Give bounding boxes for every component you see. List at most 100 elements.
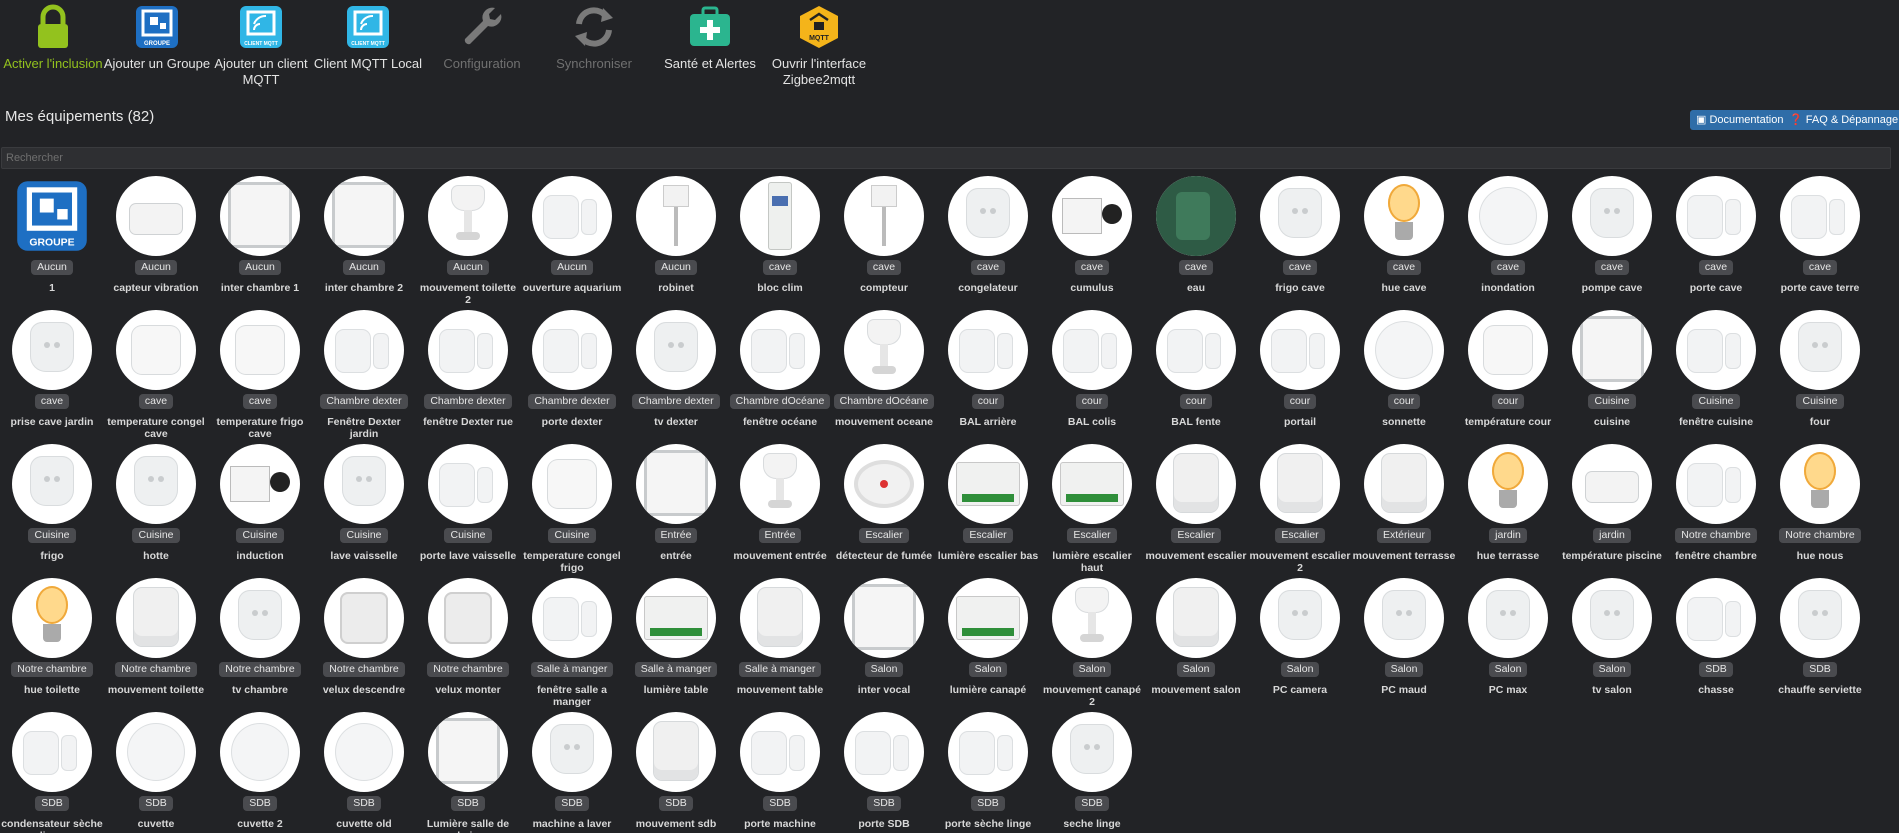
device-tile[interactable]: Chambre dOcéane mouvement oceane bbox=[832, 310, 936, 428]
device-tile[interactable]: cave porte cave terre bbox=[1768, 176, 1872, 294]
device-tile[interactable]: Salon lumière canapé bbox=[936, 578, 1040, 696]
device-tile[interactable]: Chambre dexter fenêtre Dexter rue bbox=[416, 310, 520, 428]
device-tile[interactable]: Salle à manger mouvement table bbox=[728, 578, 832, 696]
device-tile[interactable]: Salle à manger fenêtre salle a manger bbox=[520, 578, 624, 708]
device-tile[interactable]: Salon mouvement canapé 2 bbox=[1040, 578, 1144, 708]
device-tile[interactable]: jardin température piscine bbox=[1560, 444, 1664, 562]
device-tile[interactable]: cour BAL fente bbox=[1144, 310, 1248, 428]
device-name: hue cave bbox=[1381, 282, 1427, 294]
device-tile[interactable]: cave prise cave jardin bbox=[0, 310, 104, 428]
device-tile[interactable]: Cuisine lave vaisselle bbox=[312, 444, 416, 562]
round-device-icon bbox=[1364, 310, 1444, 390]
device-tile[interactable]: Notre chambre hue nous bbox=[1768, 444, 1872, 562]
device-tile[interactable]: SDB machine a laver bbox=[520, 712, 624, 830]
device-tile[interactable]: cour sonnette bbox=[1352, 310, 1456, 428]
search-input[interactable] bbox=[1, 147, 1891, 169]
device-tile[interactable]: Extérieur mouvement terrasse bbox=[1352, 444, 1456, 562]
device-tile[interactable]: Notre chambre hue toilette bbox=[0, 578, 104, 696]
device-tile[interactable]: Salle à manger lumière table bbox=[624, 578, 728, 696]
device-tile[interactable]: cour BAL arrière bbox=[936, 310, 1040, 428]
device-tile[interactable]: Notre chambre mouvement toilette bbox=[104, 578, 208, 696]
device-tile[interactable]: Salon PC max bbox=[1456, 578, 1560, 696]
device-tile[interactable]: SDB cuvette 2 bbox=[208, 712, 312, 830]
device-tile[interactable]: Notre chambre velux monter bbox=[416, 578, 520, 696]
device-tile[interactable]: cave porte cave bbox=[1664, 176, 1768, 294]
device-tile[interactable]: SDB chauffe serviette bbox=[1768, 578, 1872, 696]
device-tile[interactable]: Notre chambre tv chambre bbox=[208, 578, 312, 696]
plug-device-icon bbox=[1780, 578, 1860, 658]
device-tile[interactable]: Chambre dOcéane fenêtre océane bbox=[728, 310, 832, 428]
device-tile[interactable]: Entrée entrée bbox=[624, 444, 728, 562]
device-name: 1 bbox=[49, 282, 55, 294]
device-room-badge: cave bbox=[1490, 260, 1526, 275]
device-tile[interactable]: Chambre dexter tv dexter bbox=[624, 310, 728, 428]
device-tile[interactable]: cour température cour bbox=[1456, 310, 1560, 428]
device-tile[interactable]: SDB chasse bbox=[1664, 578, 1768, 696]
device-tile[interactable]: jardin hue terrasse bbox=[1456, 444, 1560, 562]
device-tile[interactable]: cave pompe cave bbox=[1560, 176, 1664, 294]
device-tile[interactable]: Aucun ouverture aquarium bbox=[520, 176, 624, 294]
device-tile[interactable]: cave bloc clim bbox=[728, 176, 832, 294]
device-tile[interactable]: Aucun mouvement toilette 2 bbox=[416, 176, 520, 306]
device-tile[interactable]: Chambre dexter Fenêtre Dexter jardin bbox=[312, 310, 416, 440]
device-name: mouvement salon bbox=[1151, 684, 1241, 696]
device-tile[interactable]: Escalier mouvement escalier bbox=[1144, 444, 1248, 562]
device-tile[interactable]: SDB Lumière salle de bain bbox=[416, 712, 520, 833]
device-tile[interactable]: Escalier mouvement escalier 2 bbox=[1248, 444, 1352, 574]
device-tile[interactable]: cave congelateur bbox=[936, 176, 1040, 294]
device-tile[interactable]: SDB cuvette old bbox=[312, 712, 416, 830]
device-tile[interactable]: Cuisine fenêtre cuisine bbox=[1664, 310, 1768, 428]
device-room-badge: Cuisine bbox=[236, 528, 284, 543]
device-tile[interactable]: Cuisine induction bbox=[208, 444, 312, 562]
device-tile[interactable]: cave compteur bbox=[832, 176, 936, 294]
device-room-badge: cave bbox=[1282, 260, 1318, 275]
device-tile[interactable]: Cuisine porte lave vaisselle bbox=[416, 444, 520, 562]
device-tile[interactable]: Salon mouvement salon bbox=[1144, 578, 1248, 696]
ouvrir-zigbee2mqtt-button[interactable]: MQTT Ouvrir l'interface Zigbee2mqtt bbox=[754, 4, 884, 88]
client-mqtt-local-button[interactable]: CLIENT MQTT Client MQTT Local bbox=[303, 4, 433, 72]
device-tile[interactable]: SDB porte sèche linge bbox=[936, 712, 1040, 830]
device-tile[interactable]: cave frigo cave bbox=[1248, 176, 1352, 294]
synchroniser-button[interactable]: Synchroniser bbox=[529, 4, 659, 72]
device-tile[interactable]: SDB mouvement sdb bbox=[624, 712, 728, 830]
device-tile[interactable]: Aucun inter chambre 1 bbox=[208, 176, 312, 294]
device-tile[interactable]: Chambre dexter porte dexter bbox=[520, 310, 624, 428]
device-tile[interactable]: cave inondation bbox=[1456, 176, 1560, 294]
device-tile[interactable]: SDB cuvette bbox=[104, 712, 208, 830]
device-tile[interactable]: Cuisine cuisine bbox=[1560, 310, 1664, 428]
device-tile[interactable]: Escalier lumière escalier bas bbox=[936, 444, 1040, 562]
configuration-button[interactable]: Configuration bbox=[417, 4, 547, 72]
device-tile[interactable]: Cuisine temperature congel frigo bbox=[520, 444, 624, 574]
device-tile[interactable]: Aucun robinet bbox=[624, 176, 728, 294]
device-tile[interactable]: SDB porte machine bbox=[728, 712, 832, 830]
device-tile[interactable]: cave temperature frigo cave bbox=[208, 310, 312, 440]
device-tile[interactable]: Escalier lumière escalier haut bbox=[1040, 444, 1144, 574]
device-tile[interactable]: Cuisine four bbox=[1768, 310, 1872, 428]
device-tile[interactable]: Notre chambre velux descendre bbox=[312, 578, 416, 696]
device-tile[interactable]: Salon tv salon bbox=[1560, 578, 1664, 696]
device-name: inter chambre 2 bbox=[324, 282, 404, 294]
device-tile[interactable]: Aucun capteur vibration bbox=[104, 176, 208, 294]
documentation-button[interactable]: ▣ Documentation bbox=[1690, 110, 1790, 130]
device-tile[interactable]: Salon inter vocal bbox=[832, 578, 936, 696]
device-tile[interactable]: Cuisine hotte bbox=[104, 444, 208, 562]
device-tile[interactable]: Aucun inter chambre 2 bbox=[312, 176, 416, 294]
faq-button[interactable]: ❓ FAQ & Dépannage bbox=[1783, 110, 1899, 130]
device-tile[interactable]: cave hue cave bbox=[1352, 176, 1456, 294]
device-tile[interactable]: cave cumulus bbox=[1040, 176, 1144, 294]
device-tile[interactable]: SDB porte SDB bbox=[832, 712, 936, 830]
device-tile[interactable]: cave temperature congel cave bbox=[104, 310, 208, 440]
device-tile[interactable]: Salon PC maud bbox=[1352, 578, 1456, 696]
device-tile[interactable]: cour portail bbox=[1248, 310, 1352, 428]
device-tile[interactable]: Notre chambre fenêtre chambre bbox=[1664, 444, 1768, 562]
device-tile[interactable]: Entrée mouvement entrée bbox=[728, 444, 832, 562]
device-tile[interactable]: SDB condensateur sèche linge bbox=[0, 712, 104, 833]
device-tile[interactable]: SDB seche linge bbox=[1040, 712, 1144, 830]
device-tile[interactable]: Cuisine frigo bbox=[0, 444, 104, 562]
device-tile[interactable]: Escalier détecteur de fumée bbox=[832, 444, 936, 562]
device-tile[interactable]: cour BAL colis bbox=[1040, 310, 1144, 428]
device-row: Notre chambre hue toilette Notre chambre mo… bbox=[0, 578, 1899, 712]
device-tile[interactable]: Salon PC camera bbox=[1248, 578, 1352, 696]
device-tile[interactable]: GROUPE Aucun 1 bbox=[0, 176, 104, 294]
device-tile[interactable]: cave eau bbox=[1144, 176, 1248, 294]
